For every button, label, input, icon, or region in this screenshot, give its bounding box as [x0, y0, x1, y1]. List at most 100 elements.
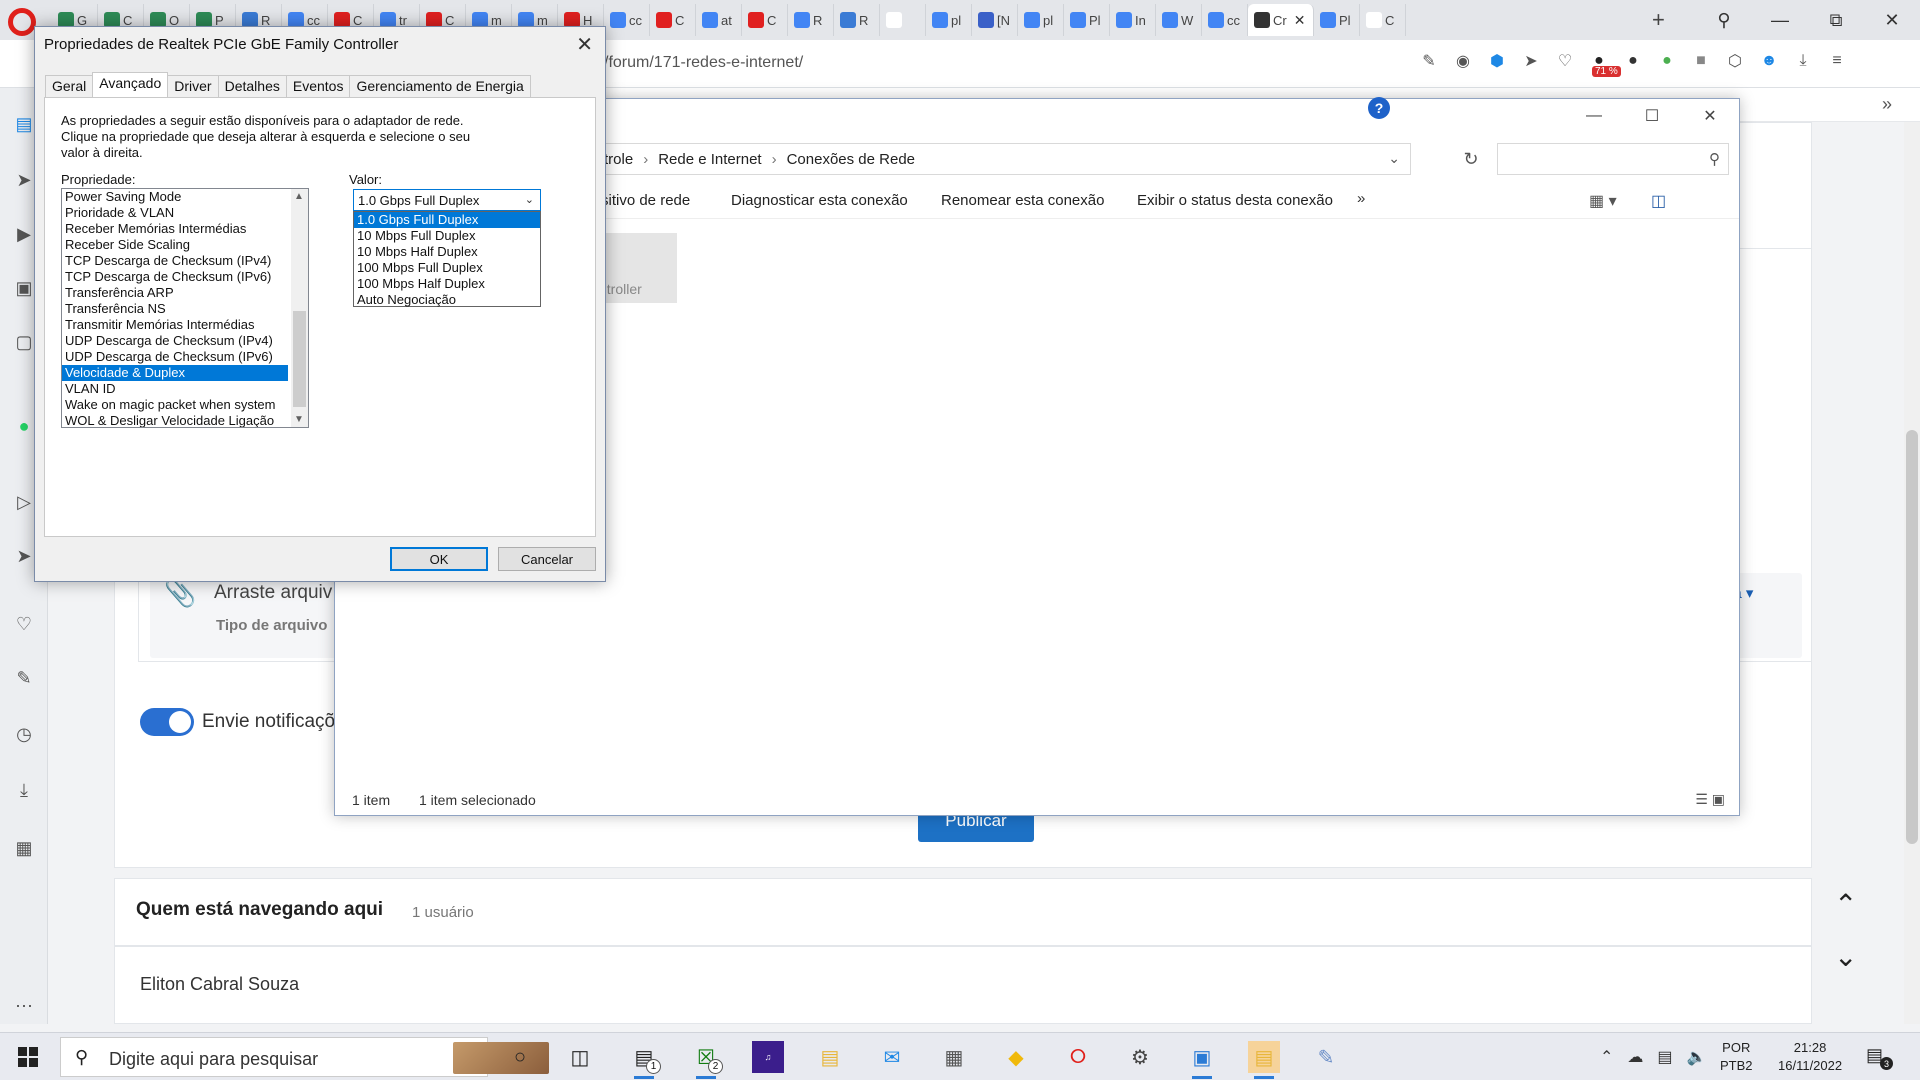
browser-tab[interactable] [880, 4, 926, 36]
property-list[interactable]: Power Saving Mode Prioridade & VLAN Recebe… [61, 188, 309, 428]
opera-taskbar-icon[interactable]: ⭘ [1062, 1041, 1094, 1073]
property-list-item[interactable]: Receber Side Scaling [62, 237, 288, 253]
value-dropdown-list[interactable]: 1.0 Gbps Full Duplex 10 Mbps Full Duplex 1… [353, 211, 541, 307]
xbox-icon[interactable]: ☒ 2 [690, 1041, 723, 1079]
dialog-tab[interactable]: Geral [45, 75, 94, 97]
history-icon[interactable]: ◷ [12, 722, 36, 746]
binance-icon[interactable]: ◆ [1000, 1041, 1032, 1073]
breadcrumb-item[interactable]: trole [604, 151, 633, 168]
dialog-tab[interactable]: Detalhes [217, 75, 287, 97]
menu-icon[interactable]: ≡ [1826, 50, 1848, 72]
preview-pane-icon[interactable]: ◫ [1651, 191, 1666, 211]
scroll-down-arrow-icon[interactable]: ▼ [294, 414, 304, 425]
tab-close-icon[interactable]: ✕ [1294, 12, 1306, 29]
property-list-item[interactable]: Wake on magic packet when system [62, 397, 288, 413]
help-icon[interactable]: ? [1368, 97, 1390, 119]
browser-tab[interactable]: pl [926, 4, 972, 36]
restore-icon[interactable]: ⧉ [1808, 0, 1864, 40]
browser-tab[interactable]: at [696, 4, 742, 36]
browser-tab[interactable]: Cr ✕ [1248, 4, 1314, 36]
calculator-app-icon[interactable]: ▦ [938, 1041, 970, 1073]
mail-icon[interactable]: ✉ [876, 1041, 908, 1073]
close-icon[interactable]: ✕ [1864, 0, 1920, 40]
browser-tab[interactable]: W [1156, 4, 1202, 36]
heart-sidebar-icon[interactable]: ♡ [12, 612, 36, 636]
notify-toggle[interactable] [140, 708, 194, 736]
speed-dial-icon[interactable]: ▤ [12, 112, 36, 136]
property-list-item[interactable]: Transferência ARP [62, 285, 288, 301]
breadcrumb-item[interactable]: Conexões de Rede [787, 151, 915, 168]
property-list-item[interactable]: Transmitir Memórias Intermédias [62, 317, 288, 333]
property-list-item[interactable]: Power Saving Mode [62, 189, 288, 205]
explorer-close-icon[interactable]: ✕ [1681, 99, 1739, 133]
paint-icon[interactable]: ✎ [1310, 1041, 1342, 1073]
property-list-scrollbar[interactable]: ▲ ▼ [291, 189, 308, 427]
chevron-down-icon[interactable]: ⌄ [525, 193, 534, 206]
explorer-active-icon[interactable]: ▤ [1248, 1041, 1280, 1079]
change-view-icon[interactable]: ▦ ▾ [1589, 191, 1617, 211]
browser-tab[interactable]: cc [1202, 4, 1248, 36]
cortana-icon[interactable]: ○ [504, 1041, 536, 1073]
profile-icon[interactable]: ☻ [1758, 50, 1780, 72]
breadcrumb-item[interactable]: Rede e Internet [658, 151, 761, 168]
edit-icon[interactable]: ✎ [1418, 50, 1440, 72]
property-list-item[interactable]: UDP Descarga de Checksum (IPv6) [62, 349, 288, 365]
player-icon[interactable]: ▷ [12, 490, 36, 514]
browser-tab[interactable]: R [788, 4, 834, 36]
value-option[interactable]: Auto Negociação [354, 292, 540, 308]
app-stack-icon[interactable]: ▤ 1 [628, 1041, 661, 1079]
browser-tab[interactable]: R [834, 4, 880, 36]
whatsapp-icon[interactable]: ● [12, 414, 36, 438]
pinboard-icon[interactable]: ✎ [12, 666, 36, 690]
status-command[interactable]: Exibir o status desta conexão [1137, 192, 1333, 209]
property-list-item[interactable]: WOL & Desligar Velocidade Ligação [62, 413, 288, 427]
browser-tab[interactable]: Pl [1064, 4, 1110, 36]
explorer-search-input[interactable]: ⚲ [1497, 143, 1729, 175]
value-option[interactable]: 1.0 Gbps Full Duplex [354, 212, 540, 228]
more-commands-icon[interactable]: » [1357, 190, 1365, 207]
browsing-user-link[interactable]: Eliton Cabral Souza [140, 974, 299, 995]
rocket-icon[interactable]: ➤ [12, 168, 36, 192]
shopping-icon[interactable]: ▢ [12, 330, 36, 354]
view-toggle-icons[interactable]: ☰ ▣ [1695, 791, 1725, 808]
settings-gear-icon[interactable]: ⚙ [1124, 1041, 1156, 1073]
scroll-up-icon[interactable]: ⌃ [1834, 888, 1857, 921]
extension-dark-icon[interactable]: ● [1622, 50, 1644, 72]
dialog-close-icon[interactable]: ✕ [576, 32, 593, 57]
rename-command[interactable]: Renomear esta conexão [941, 192, 1104, 209]
dialog-tab[interactable]: Avançado [92, 72, 169, 97]
property-list-item[interactable]: TCP Descarga de Checksum (IPv6) [62, 269, 288, 285]
task-view-icon[interactable]: ◫ [564, 1041, 596, 1073]
bookmarks-more-icon[interactable]: » [1882, 94, 1892, 115]
file-explorer-icon[interactable]: ▤ [814, 1041, 846, 1073]
dialog-tab[interactable]: Gerenciamento de Energia [349, 75, 531, 97]
url-field[interactable]: /forum/171-redes-e-internet/ [604, 54, 803, 72]
property-list-item[interactable]: VLAN ID [62, 381, 288, 397]
browser-tab[interactable]: [N [972, 4, 1018, 36]
browser-tab[interactable]: C [742, 4, 788, 36]
amazon-music-icon[interactable]: ♫ [752, 1041, 784, 1073]
page-scrollbar-thumb[interactable] [1906, 430, 1918, 844]
browser-tab[interactable]: cc [604, 4, 650, 36]
browser-tab[interactable]: In [1110, 4, 1156, 36]
disable-device-command[interactable]: sitivo de rede [601, 192, 690, 209]
value-option[interactable]: 10 Mbps Half Duplex [354, 244, 540, 260]
taskbar-search-input[interactable]: ⚲ Digite aqui para pesquisar [60, 1037, 549, 1077]
search-tabs-icon[interactable]: ⚲ [1696, 0, 1752, 40]
camera-icon[interactable]: ◉ [1452, 50, 1474, 72]
onedrive-icon[interactable]: ☁ [1627, 1047, 1643, 1067]
chevron-up-icon[interactable]: ⌃ [1600, 1047, 1613, 1067]
browser-tab[interactable]: C [1360, 4, 1406, 36]
refresh-icon[interactable]: ↻ [1455, 143, 1487, 175]
scroll-down-icon[interactable]: ⌄ [1834, 940, 1857, 973]
network-icon[interactable]: ▤ [1657, 1047, 1672, 1067]
scroll-up-arrow-icon[interactable]: ▲ [294, 191, 304, 202]
property-list-item[interactable]: UDP Descarga de Checksum (IPv4) [62, 333, 288, 349]
extension-m-icon[interactable]: ■ [1690, 50, 1712, 72]
ok-button[interactable]: OK [390, 547, 488, 571]
heart-icon[interactable]: ♡ [1554, 50, 1576, 72]
video-icon[interactable]: ▶ [12, 222, 36, 246]
diagnose-command[interactable]: Diagnosticar esta conexão [731, 192, 908, 209]
property-list-item[interactable]: TCP Descarga de Checksum (IPv4) [62, 253, 288, 269]
browser-tab[interactable]: pl [1018, 4, 1064, 36]
